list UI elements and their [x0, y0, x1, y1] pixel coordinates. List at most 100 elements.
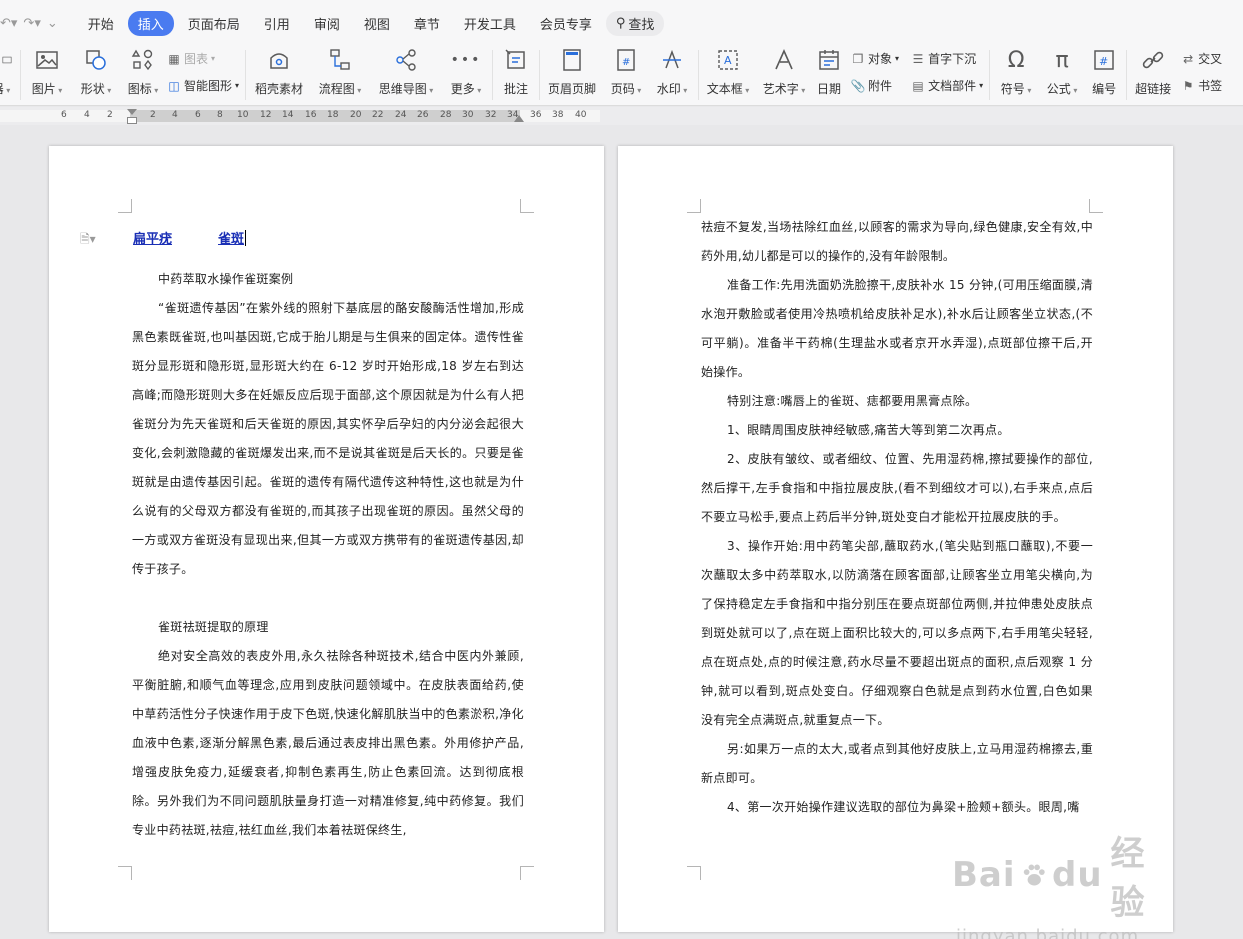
section2-body: 绝对安全高效的表皮外用,永久祛除各种斑技术,结合中医内外兼顾,平衡脏腑,和顺气血…: [132, 649, 524, 837]
smart-graphic-button[interactable]: ◫ 智能图形 ▾: [167, 77, 239, 94]
header-footer-icon: [560, 48, 584, 72]
margin-corner-mark: [118, 866, 132, 880]
paragraph-note: 另:如果万一点的太大,或者点到其他好皮肤上,立马用湿药棉擦去,重新点即可。: [701, 742, 1093, 785]
icon-label: 图标: [128, 80, 159, 97]
right-page-body[interactable]: 祛痘不复发,当场祛除红血丝,以顾客的需求为导向,绿色健康,安全有效,中药外用,幼…: [701, 213, 1093, 822]
icon-button[interactable]: 图标: [123, 46, 163, 104]
docer-material-button[interactable]: 稻壳素材: [252, 46, 306, 104]
drop-cap-button[interactable]: ☰ 首字下沉: [911, 50, 983, 67]
left-page-body[interactable]: 中药萃取水操作雀斑案例 “雀斑遗传基因”在紫外线的照射下基底层的酪安酸酶活性增加…: [132, 265, 524, 845]
separator: [245, 50, 247, 100]
paragraph-step-3: 3、操作开始:用中药笔尖部,蘸取药水,(笔尖贴到瓶口蘸取),不要一次蘸取太多中药…: [701, 539, 1093, 727]
comment-label: 批注: [504, 82, 529, 96]
page-number-icon: #: [614, 48, 638, 72]
ruler-tick: 28: [440, 110, 452, 120]
object-attachment-group: ❐ 对象 ▾ 📎 附件: [851, 46, 900, 94]
page-number-button[interactable]: # 页码: [606, 46, 646, 104]
menu-tab-developer[interactable]: 开发工具: [454, 11, 526, 36]
svg-text:A: A: [724, 54, 732, 67]
date-button[interactable]: 日期: [815, 46, 843, 104]
menu-tab-insert[interactable]: 插入: [127, 10, 174, 36]
menu-tab-references[interactable]: 引用: [254, 11, 300, 36]
header-footer-label: 页眉页脚: [548, 82, 597, 96]
margin-corner-mark: [687, 199, 701, 213]
ruler-tick: 4: [84, 110, 90, 120]
bookmark-icon: ⚑: [1182, 78, 1194, 93]
header-footer-button[interactable]: 页眉页脚: [546, 46, 598, 104]
chart-button[interactable]: ▦ 图表 ▾: [167, 50, 239, 67]
ruler-tick: 8: [217, 110, 223, 120]
right-indent-marker[interactable]: [514, 115, 524, 122]
link-freckle[interactable]: 雀斑: [218, 228, 244, 247]
numbering-button[interactable]: # 编号: [1088, 46, 1120, 104]
bookmark-label: 书签: [1198, 79, 1223, 93]
chart-icon: ▦: [168, 51, 180, 66]
cross-reference-label: 交叉: [1198, 52, 1223, 66]
undo-redo-group: ↶▾ ↷▾ ⌄: [0, 16, 58, 31]
attachment-button[interactable]: 📎 附件: [851, 77, 899, 94]
picture-label: 图片: [32, 80, 63, 97]
smart-graphic-label: 智能图形: [184, 79, 233, 93]
picture-button[interactable]: 图片: [27, 46, 67, 104]
ruler-tick: 10: [237, 110, 249, 120]
crossref-bookmark-group: ⇄ 交叉 ⚑ 书签: [1181, 46, 1222, 94]
hyperlink-button[interactable]: 超链接: [1133, 46, 1173, 104]
object-button[interactable]: ❐ 对象 ▾: [851, 50, 899, 67]
doc-parts-label: 文档部件: [928, 79, 977, 93]
watermark-brand-bai: Bai: [952, 855, 1016, 895]
formula-button[interactable]: π 公式: [1042, 46, 1082, 104]
margin-corner-mark: [1089, 199, 1103, 213]
section2-title: 雀斑祛斑提取的原理: [158, 620, 269, 634]
menu-tab-view[interactable]: 视图: [354, 11, 400, 36]
text-cursor: [245, 229, 247, 246]
undo-icon[interactable]: ↶▾: [0, 16, 17, 31]
omega-symbol-icon: Ω: [1007, 47, 1025, 73]
paragraph-handle-icon[interactable]: 🗎▾: [80, 230, 102, 251]
object-icon: ❐: [852, 51, 864, 66]
wordart-label: 艺术字: [763, 80, 806, 97]
search-button[interactable]: ⚲ 查找: [605, 10, 665, 36]
partial-label: 器: [0, 80, 10, 97]
pi-formula-icon: π: [1055, 47, 1069, 73]
menu-tab-section[interactable]: 章节: [404, 11, 450, 36]
ruler-tick: 22: [372, 110, 384, 120]
cross-reference-button[interactable]: ⇄ 交叉: [1181, 50, 1222, 67]
separator: [492, 50, 494, 100]
link-flat-wart[interactable]: 扁平疣: [133, 228, 172, 247]
redo-icon[interactable]: ↷▾: [23, 16, 40, 31]
menu-tab-member[interactable]: 会员专享: [530, 11, 602, 36]
paw-icon: [1023, 864, 1045, 886]
more-label: 更多: [451, 80, 482, 97]
shape-button[interactable]: 形状: [73, 46, 119, 104]
separator: [698, 50, 700, 100]
wordart-button[interactable]: 艺术字: [761, 46, 807, 104]
more-button[interactable]: ••• 更多: [446, 46, 486, 104]
symbol-button[interactable]: Ω 符号: [996, 46, 1036, 104]
menu-tab-page-layout[interactable]: 页面布局: [178, 11, 250, 36]
partial-button-left[interactable]: 器: [0, 46, 14, 104]
smart-graphic-dropdown-icon: ▾: [235, 81, 240, 90]
first-line-indent-marker[interactable]: [127, 109, 137, 115]
left-indent-marker[interactable]: [127, 117, 137, 124]
doc-parts-button[interactable]: ▤ 文档部件 ▾: [911, 77, 983, 94]
textbox-button[interactable]: A 文本框: [705, 46, 751, 104]
ruler-tick: 6: [195, 110, 201, 120]
watermark-button[interactable]: 水印: [652, 46, 692, 104]
horizontal-ruler[interactable]: 6 4 2 2 4 6 8 10 12 14 16 18 20 22 24 26…: [0, 107, 1243, 125]
menu-tab-review[interactable]: 审阅: [304, 11, 350, 36]
svg-text:#: #: [1099, 55, 1108, 68]
quick-access-dropdown-icon[interactable]: ⌄: [47, 16, 58, 31]
mindmap-button[interactable]: 思维导图: [374, 46, 438, 104]
date-label: 日期: [817, 82, 842, 96]
document-page-2[interactable]: 祛痘不复发,当场祛除红血丝,以顾客的需求为导向,绿色健康,安全有效,中药外用,幼…: [618, 146, 1173, 932]
symbol-label: 符号: [1001, 80, 1032, 97]
flowchart-button[interactable]: 流程图: [314, 46, 366, 104]
drop-cap-icon: ☰: [912, 51, 924, 66]
menu-tab-home[interactable]: 开始: [78, 11, 124, 36]
document-page-1[interactable]: 中药萃取水操作雀斑案例 “雀斑遗传基因”在紫外线的照射下基底层的酪安酸酶活性增加…: [49, 146, 604, 932]
ruler-tick: 40: [575, 110, 587, 120]
doc-parts-dropdown-icon: ▾: [979, 81, 984, 90]
bookmark-button[interactable]: ⚑ 书签: [1181, 77, 1222, 94]
comment-button[interactable]: 批注: [499, 46, 533, 104]
cross-reference-icon: ⇄: [1183, 51, 1194, 66]
